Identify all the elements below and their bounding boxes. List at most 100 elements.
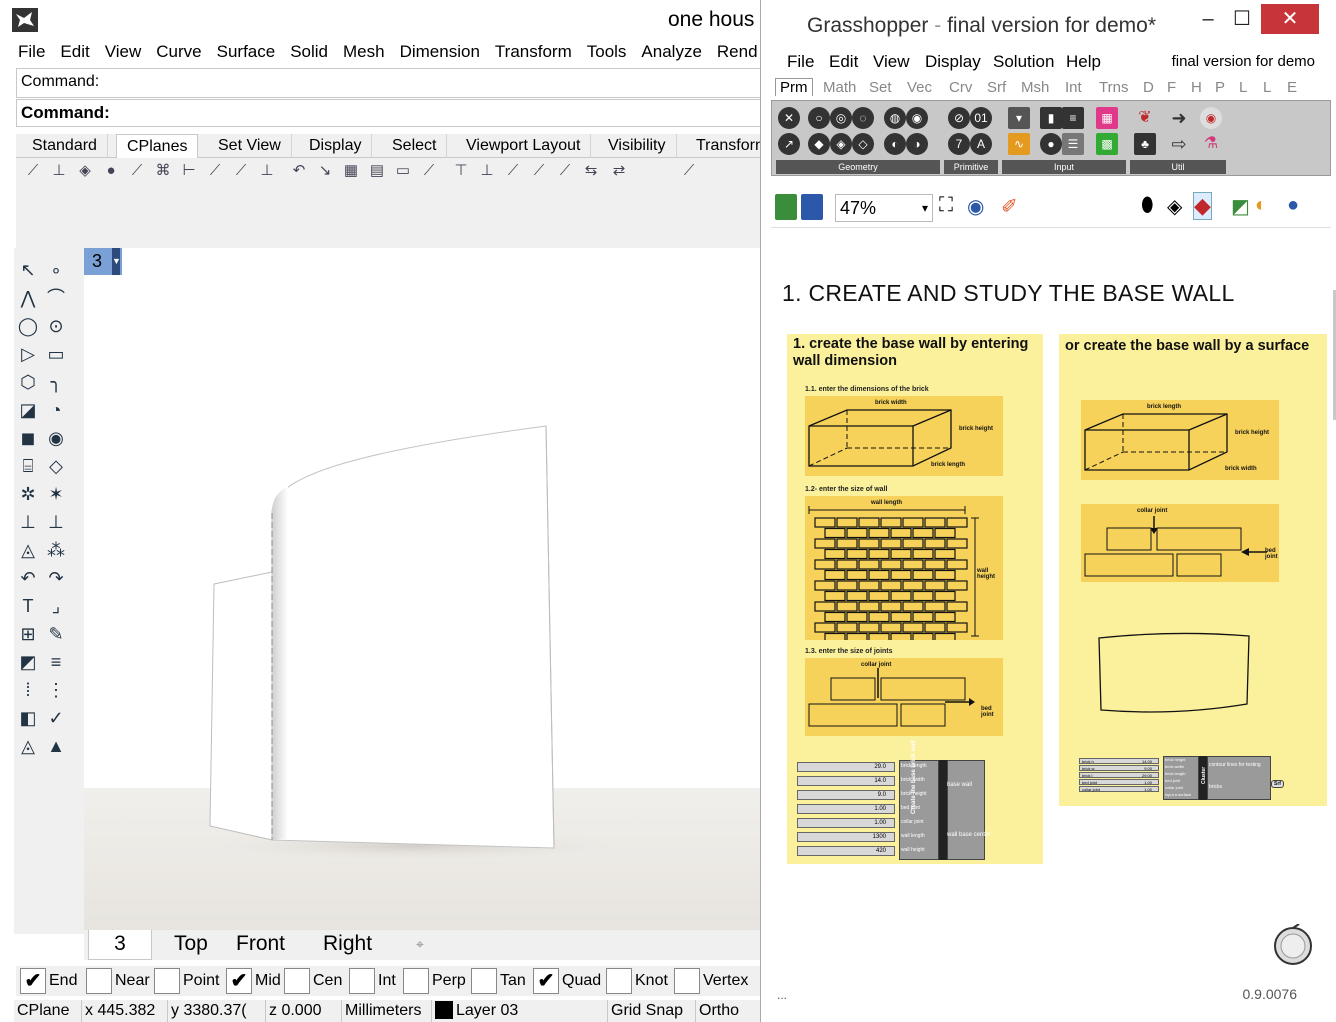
cluster-input-label[interactable]: collar joint <box>901 819 924 825</box>
vector-param-icon[interactable]: ◎ <box>830 107 852 129</box>
mesh-icon[interactable]: ◇ <box>44 454 68 478</box>
osnap-perp[interactable]: Perp <box>403 968 466 994</box>
boolean-param-icon[interactable]: ⊘ <box>948 107 970 129</box>
mesh-param-icon[interactable]: ◑ <box>906 133 928 155</box>
category-tab-crv[interactable]: Crv <box>949 79 972 96</box>
cluster-input-label[interactable]: wall height <box>901 847 925 853</box>
circle-icon[interactable]: ◯ <box>16 314 40 338</box>
category-tab-h[interactable]: H <box>1191 79 1202 96</box>
box-param-icon[interactable]: ◉ <box>906 107 928 129</box>
value-list-icon[interactable]: ≡ <box>1062 107 1084 129</box>
integer-param-icon[interactable]: 01 <box>970 107 992 129</box>
ribbon-group-geometry[interactable]: Geometry <box>776 160 940 174</box>
category-tab-trns[interactable]: Trns <box>1099 79 1128 96</box>
galapagos-icon[interactable]: ◉ <box>1200 107 1222 129</box>
tab-select[interactable]: Select <box>382 134 448 158</box>
sketch-icon[interactable]: ✐ <box>1001 194 1018 219</box>
curve-icon[interactable]: ⌒ <box>44 286 68 310</box>
gh-menu-help[interactable]: Help <box>1066 52 1101 72</box>
category-tab-l1[interactable]: L <box>1239 79 1247 96</box>
cplane-save-icon[interactable]: ▤ <box>368 162 386 180</box>
gh-menu-display[interactable]: Display <box>925 52 981 72</box>
menu-solid[interactable]: Solid <box>290 38 328 66</box>
cherry-util-icon[interactable]: ❦ <box>1134 107 1156 129</box>
boolean-icon[interactable]: ◉ <box>44 426 68 450</box>
osnap-knot[interactable]: Knot <box>606 968 668 994</box>
category-tab-p[interactable]: P <box>1215 79 1225 96</box>
panel-input-icon[interactable]: ☰ <box>1062 133 1084 155</box>
number-slider-2[interactable]: brick w 9.00 <box>1079 765 1159 771</box>
cplane-world-left-icon[interactable]: ⟋ <box>556 162 574 180</box>
ellipse-icon[interactable]: ⊙ <box>44 314 68 338</box>
cplane-rotate-icon[interactable]: ⟋ <box>206 162 224 180</box>
cplane-perpendicular-icon[interactable]: ⊢ <box>180 162 198 180</box>
cluster-input-label[interactable]: wall length <box>901 833 925 839</box>
curve-param-icon[interactable]: ↗ <box>778 133 800 155</box>
joints-diagram-panel[interactable]: collar joint bed joint <box>805 658 1003 736</box>
cluster-input-label-2[interactable]: brick width <box>1165 764 1184 769</box>
arc-param-icon[interactable]: ◍ <box>884 107 906 129</box>
slider-input-icon[interactable]: ▾ <box>1008 107 1030 129</box>
zoom-dropdown[interactable]: 47% ▾ <box>835 194 933 222</box>
viewport-tab-front[interactable]: Front <box>222 930 299 960</box>
perspective-viewport[interactable]: 3 ▼ <box>84 248 760 934</box>
relay-icon[interactable]: ⇨ <box>1168 133 1190 155</box>
osnap-int-checkbox[interactable] <box>349 968 375 994</box>
command-line[interactable]: Command: <box>16 99 760 127</box>
menu-transform[interactable]: Transform <box>495 38 572 66</box>
number-slider[interactable]: 1300 <box>797 832 895 842</box>
cylinder-icon[interactable]: ⌸ <box>16 454 40 478</box>
osnap-int[interactable]: Int <box>349 968 396 994</box>
cplane-grid-icon[interactable]: ▦ <box>342 162 360 180</box>
button-input-icon[interactable]: ● <box>1040 133 1062 155</box>
menu-dimension[interactable]: Dimension <box>400 38 480 66</box>
number-slider-2[interactable]: collar joint 1.00 <box>1079 786 1159 792</box>
category-tab-e[interactable]: E <box>1287 79 1297 96</box>
output-contour-lines[interactable]: contour lines for testing <box>1209 762 1261 768</box>
brick-diagram-panel[interactable]: brick width brick height brick length <box>805 396 1003 476</box>
cluster-input-label-2[interactable]: bed joint <box>1165 778 1180 783</box>
open-file-icon[interactable] <box>775 194 797 220</box>
number-slider[interactable]: 1.00 <box>797 804 895 814</box>
surface-param-icon[interactable]: ◇ <box>852 133 874 155</box>
osnap-tan-checkbox[interactable] <box>471 968 497 994</box>
osnap-quad[interactable]: ✔ Quad <box>533 968 601 994</box>
cplane-world-right-icon[interactable]: ⟋ <box>504 162 522 180</box>
tab-visibility[interactable]: Visibility <box>598 134 677 158</box>
menu-tools[interactable]: Tools <box>587 38 627 66</box>
osnap-vertex-checkbox[interactable] <box>674 968 700 994</box>
output-wall-base-center[interactable]: wall base center <box>947 832 990 838</box>
tree-util-icon[interactable]: ♣ <box>1134 133 1156 155</box>
split-icon[interactable]: ⊥ <box>16 510 40 534</box>
category-tab-vec[interactable]: Vec <box>907 79 932 96</box>
document-name[interactable]: final version for demo <box>1172 53 1315 70</box>
grasshopper-canvas[interactable]: 1. CREATE AND STUDY THE BASE WALL 1. cre… <box>771 228 1327 980</box>
add-viewport-icon[interactable]: ⌖ <box>402 930 438 960</box>
osnap-mid-checkbox[interactable]: ✔ <box>226 968 252 994</box>
menu-surface[interactable]: Surface <box>217 38 276 66</box>
dimension-icon[interactable]: ⌟ <box>44 594 68 618</box>
tab-standard[interactable]: Standard <box>22 134 108 158</box>
cluster-input-label-2[interactable]: brick length <box>1165 771 1185 776</box>
osnap-near-checkbox[interactable] <box>86 968 112 994</box>
osnap-cen-checkbox[interactable] <box>284 968 310 994</box>
ribbon-group-primitive[interactable]: Primitive <box>944 160 998 174</box>
output-bricks[interactable]: bricks <box>1209 784 1222 790</box>
number-slider[interactable]: 14.0 <box>797 776 895 786</box>
number-slider-2[interactable]: bed joint 1.00 <box>1079 779 1159 785</box>
osnap-end-checkbox[interactable]: ✔ <box>20 968 46 994</box>
material-preview-icon[interactable]: ◐ <box>1255 194 1267 217</box>
cplane-top-icon[interactable]: ⟋ <box>24 162 42 180</box>
fillet-icon[interactable]: ╮ <box>44 370 68 394</box>
explode-icon[interactable]: ✶ <box>44 482 68 506</box>
category-tab-srf[interactable]: Srf <box>987 79 1006 96</box>
cplane-3point-icon[interactable]: ⌘ <box>154 162 172 180</box>
cplane-world-bottom-icon[interactable]: ⇆ <box>582 162 600 180</box>
preview-off-icon[interactable]: ⬮ <box>1141 194 1154 217</box>
osnap-mid[interactable]: ✔ Mid <box>226 968 281 994</box>
status-units[interactable]: Millimeters <box>342 1000 432 1022</box>
display-settings-icon[interactable]: ● <box>1287 194 1299 217</box>
plane-param-icon[interactable]: ◈ <box>830 133 852 155</box>
gh-menu-file[interactable]: File <box>787 52 814 72</box>
rotate-icon[interactable]: ↷ <box>44 566 68 590</box>
